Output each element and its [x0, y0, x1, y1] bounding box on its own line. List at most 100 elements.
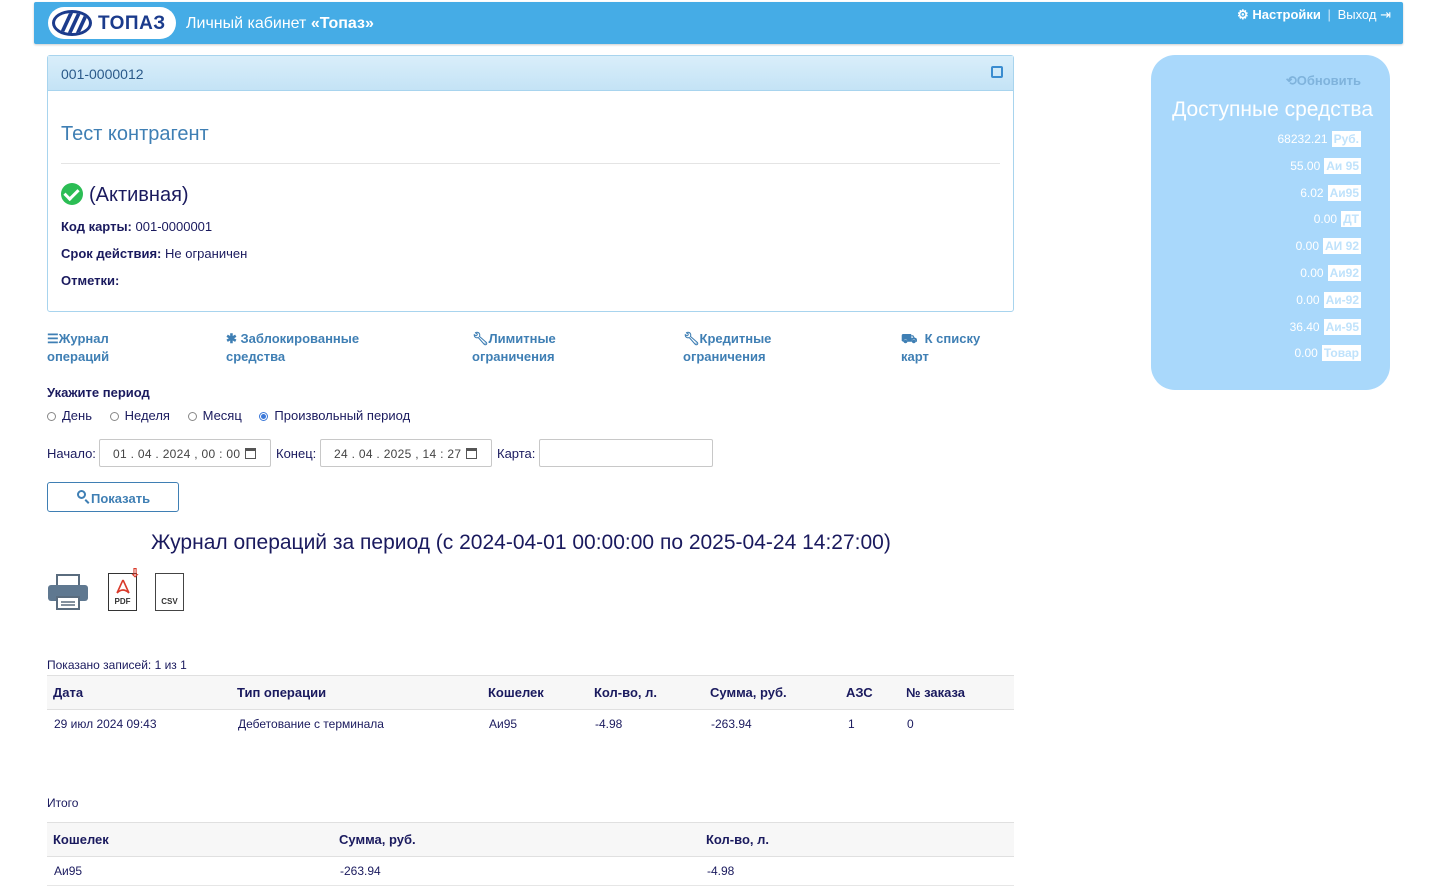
edit-icon[interactable]: [991, 66, 1003, 78]
contractor-name: Тест контрагент: [61, 123, 209, 145]
cell-quantity: -4.98: [595, 717, 623, 731]
balance-amount: 0.00: [1313, 212, 1338, 227]
end-label: Конец:: [276, 446, 317, 461]
col-wallet[interactable]: Кошелек: [488, 685, 544, 700]
cell-date: 29 июл 2024 09:43: [54, 717, 157, 731]
balance-item: 0.00 АИ 92: [1295, 238, 1361, 255]
end-datetime-input[interactable]: 24 . 04 . 2025 , 14 : 27: [320, 439, 492, 467]
nav-blocked-funds[interactable]: ✱ Заблокированные средства: [226, 330, 359, 366]
totals-title: Итого: [47, 796, 79, 810]
balance-unit-badge: АИ 92: [1323, 238, 1361, 255]
refresh-link[interactable]: ⟲Обновить: [1286, 73, 1361, 89]
balance-item: 0.00 ДТ: [1313, 211, 1361, 228]
settings-link[interactable]: ⚙ Настройки: [1237, 7, 1325, 22]
journal-title: Журнал операций за период (с 2024-04-01 …: [151, 531, 891, 554]
logo-emblem-icon: [52, 10, 92, 36]
balance-item: 6.02 Аи95: [1300, 184, 1361, 201]
contractor-card: 001-0000012 Тест контрагент (Активная) К…: [47, 55, 1014, 312]
cell-sum: -263.94: [711, 717, 752, 731]
col-station[interactable]: АЗС: [846, 685, 873, 700]
nav-journal[interactable]: ☰Журнал операций: [47, 330, 109, 366]
wrench-icon: 🔧︎: [472, 331, 489, 346]
balance-item: 55.00 Аи 95: [1290, 157, 1361, 174]
cell-wallet: Аи95: [489, 717, 518, 731]
cell-quantity: -4.98: [707, 864, 735, 878]
divider: [61, 163, 1000, 164]
card-input[interactable]: [539, 439, 713, 467]
balance-amount: 68232.21: [1277, 132, 1328, 146]
cell-order-number: 0: [907, 717, 914, 731]
radio-custom-period[interactable]: Произвольный период: [259, 408, 410, 423]
calendar-icon[interactable]: [466, 448, 477, 459]
list-icon: ☰: [47, 331, 59, 346]
logo[interactable]: ТОПАЗ: [48, 7, 176, 39]
csv-export-icon[interactable]: CSV: [155, 573, 184, 611]
menu-separator: |: [1327, 7, 1331, 22]
card-header: 001-0000012: [48, 56, 1013, 91]
radio-day[interactable]: День: [47, 408, 92, 423]
nav-limits[interactable]: 🔧︎Лимитные ограничения: [472, 330, 556, 366]
col-date[interactable]: Дата: [53, 685, 83, 700]
balance-item: 36.40 Аи-95: [1290, 318, 1361, 335]
start-label: Начало:: [47, 446, 96, 461]
balance-unit-badge: Руб.: [1331, 131, 1361, 147]
cell-sum: -263.94: [340, 864, 381, 878]
cell-station: 1: [848, 717, 855, 731]
search-icon: [77, 490, 86, 499]
balance-amount: 0.00: [1296, 292, 1320, 307]
cell-operation-type: Дебетование с терминала: [238, 717, 384, 731]
balance-unit-badge: Аи92: [1327, 265, 1361, 281]
balance-amount: 0.00: [1295, 239, 1320, 254]
period-title: Укажите период: [47, 385, 150, 400]
acrobat-icon: [116, 579, 130, 594]
shown-records: Показано записей: 1 из 1: [47, 658, 187, 672]
check-circle-icon: [61, 183, 83, 205]
period-radio-group: День Неделя Месяц Произвольный период: [47, 408, 410, 423]
balance-item: 0.00 Товар: [1295, 345, 1361, 362]
journal-table-header: Дата Тип операции Кошелек Кол-во, л. Сум…: [47, 675, 1014, 710]
calendar-icon[interactable]: [245, 448, 256, 459]
balance-item: 0.00 Аи92: [1300, 265, 1361, 281]
col-quantity[interactable]: Кол-во, л.: [706, 832, 769, 847]
radio-week[interactable]: Неделя: [109, 408, 170, 423]
balance-amount: 0.00: [1300, 266, 1324, 280]
card-label: Карта:: [497, 446, 536, 461]
balance-unit-badge: Аи95: [1327, 184, 1361, 201]
download-arrow-icon: ⇩: [130, 566, 141, 580]
col-wallet[interactable]: Кошелек: [53, 832, 109, 847]
printer-icon[interactable]: [47, 573, 89, 611]
validity-field: Срок действия: Не ограничен: [61, 246, 248, 261]
logout-icon: ⇥: [1380, 7, 1391, 22]
col-sum[interactable]: Сумма, руб.: [339, 832, 416, 847]
col-sum[interactable]: Сумма, руб.: [710, 685, 787, 700]
card-status: (Активная): [89, 184, 189, 206]
balance-amount: 55.00: [1290, 158, 1321, 173]
col-order-number[interactable]: № заказа: [906, 685, 965, 700]
totals-table-header: Кошелек Сумма, руб. Кол-во, л.: [47, 822, 1014, 857]
notes-field: Отметки:: [61, 273, 120, 288]
col-operation-type[interactable]: Тип операции: [237, 685, 326, 700]
contractor-code: 001-0000012: [61, 66, 144, 82]
nav-card-list[interactable]: ⛟ К списку карт: [901, 330, 980, 366]
gear-icon: ⚙: [1237, 7, 1249, 22]
col-quantity[interactable]: Кол-во, л.: [594, 685, 657, 700]
balance-unit-badge: Аи-92: [1323, 291, 1361, 308]
show-button[interactable]: Показать: [47, 482, 179, 512]
balance-unit-badge: Аи 95: [1324, 157, 1361, 174]
logout-link[interactable]: Выход ⇥: [1338, 7, 1391, 22]
start-datetime-input[interactable]: 01 . 04 . 2024 , 00 : 00: [99, 439, 271, 467]
balance-unit-badge: ДТ: [1341, 211, 1361, 228]
balance-item: 68232.21 Руб.: [1277, 131, 1361, 147]
refresh-icon: ⟲: [1285, 73, 1297, 88]
balance-unit-badge: Товар: [1321, 345, 1361, 362]
balance-amount: 6.02: [1300, 185, 1324, 200]
nav-credit[interactable]: 🔧︎Кредитные ограничения: [683, 330, 771, 366]
radio-month[interactable]: Месяц: [187, 408, 242, 423]
wrench-icon: 🔧︎: [683, 331, 700, 346]
top-bar: ТОПАЗ Личный кабинет «Топаз» ⚙ Настройки…: [34, 2, 1403, 44]
balance-unit-badge: Аи-95: [1323, 318, 1361, 335]
page-title: Личный кабинет «Топаз»: [186, 15, 374, 32]
logo-text: ТОПАЗ: [98, 13, 166, 34]
truck-icon: ⛟: [901, 331, 918, 346]
user-menu: ⚙ Настройки | Выход ⇥: [1237, 7, 1391, 23]
